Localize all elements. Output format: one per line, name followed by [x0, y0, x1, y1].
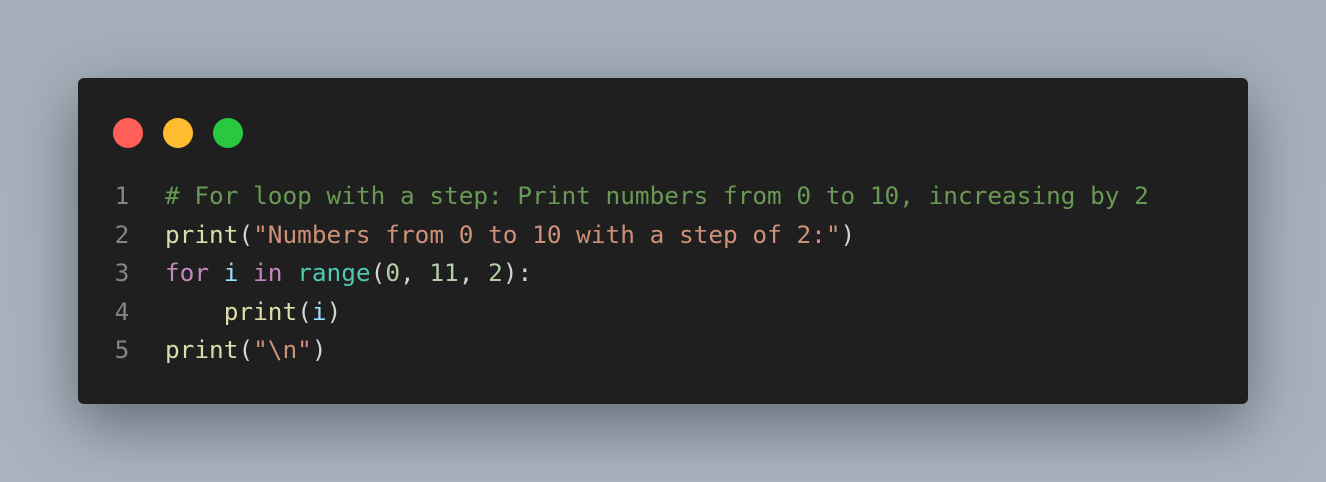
- code-editor: 1 # For loop with a step: Print numbers f…: [108, 177, 1149, 370]
- code-line: 4 print(i): [108, 293, 1149, 332]
- code-token-default: (: [297, 296, 312, 326]
- code-token-variable: i: [311, 296, 327, 326]
- code-token-keyword: in: [253, 258, 283, 287]
- code-token-default: (: [238, 335, 254, 364]
- code-token-function: print: [223, 296, 298, 326]
- code-token-variable: i: [223, 258, 239, 287]
- code-token-default: [165, 297, 224, 326]
- maximize-icon[interactable]: [213, 118, 243, 148]
- code-token-number: 0: [385, 258, 400, 287]
- line-number: 3: [114, 258, 130, 287]
- window-controls: [113, 118, 243, 148]
- code-token-default: [238, 258, 253, 287]
- line-number: 2: [114, 219, 130, 249]
- code-token-default: (: [370, 258, 386, 287]
- code-line: 2 print("Numbers from 0 to 10 with a step…: [108, 216, 1149, 255]
- code-token-string: "\n": [253, 335, 312, 364]
- line-number: 5: [114, 335, 130, 364]
- close-icon[interactable]: [113, 118, 143, 148]
- code-text: for i in range(0, 11, 2):: [165, 254, 532, 293]
- code-text: print("Numbers from 0 to 10 with a step …: [165, 216, 855, 255]
- code-line: 3 for i in range(0, 11, 2):: [108, 254, 1149, 293]
- code-token-number: 11: [429, 258, 459, 287]
- code-text: print(i): [165, 293, 342, 332]
- code-token-default: [283, 258, 298, 287]
- code-token-string: "Numbers from 0 to 10 with a step of 2:": [253, 219, 841, 249]
- code-token-comment: # For loop with a step: Print numbers fr…: [165, 181, 1149, 210]
- code-token-default: ): [311, 335, 327, 364]
- code-token-default: ,: [458, 258, 489, 287]
- code-line: 5 print("\n"): [108, 331, 1149, 370]
- code-token-function: print: [165, 335, 239, 364]
- code-token-function: print: [165, 219, 239, 249]
- code-line: 1 # For loop with a step: Print numbers f…: [108, 177, 1149, 216]
- code-token-builtin: range: [297, 258, 371, 287]
- code-window: 1 # For loop with a step: Print numbers f…: [78, 78, 1248, 404]
- code-token-default: ): [840, 219, 856, 249]
- code-token-default: (: [238, 219, 254, 249]
- code-token-default: ): [326, 296, 342, 326]
- line-number: 4: [114, 296, 130, 326]
- code-token-keyword: for: [165, 258, 210, 287]
- code-text: print("\n"): [165, 331, 327, 370]
- minimize-icon[interactable]: [163, 118, 193, 148]
- code-token-default: ,: [400, 258, 430, 287]
- code-token-default: ):: [502, 258, 533, 287]
- line-number: 1: [114, 181, 130, 210]
- code-token-number: 2: [488, 258, 503, 287]
- code-token-default: [209, 258, 224, 287]
- code-text: # For loop with a step: Print numbers fr…: [165, 177, 1149, 216]
